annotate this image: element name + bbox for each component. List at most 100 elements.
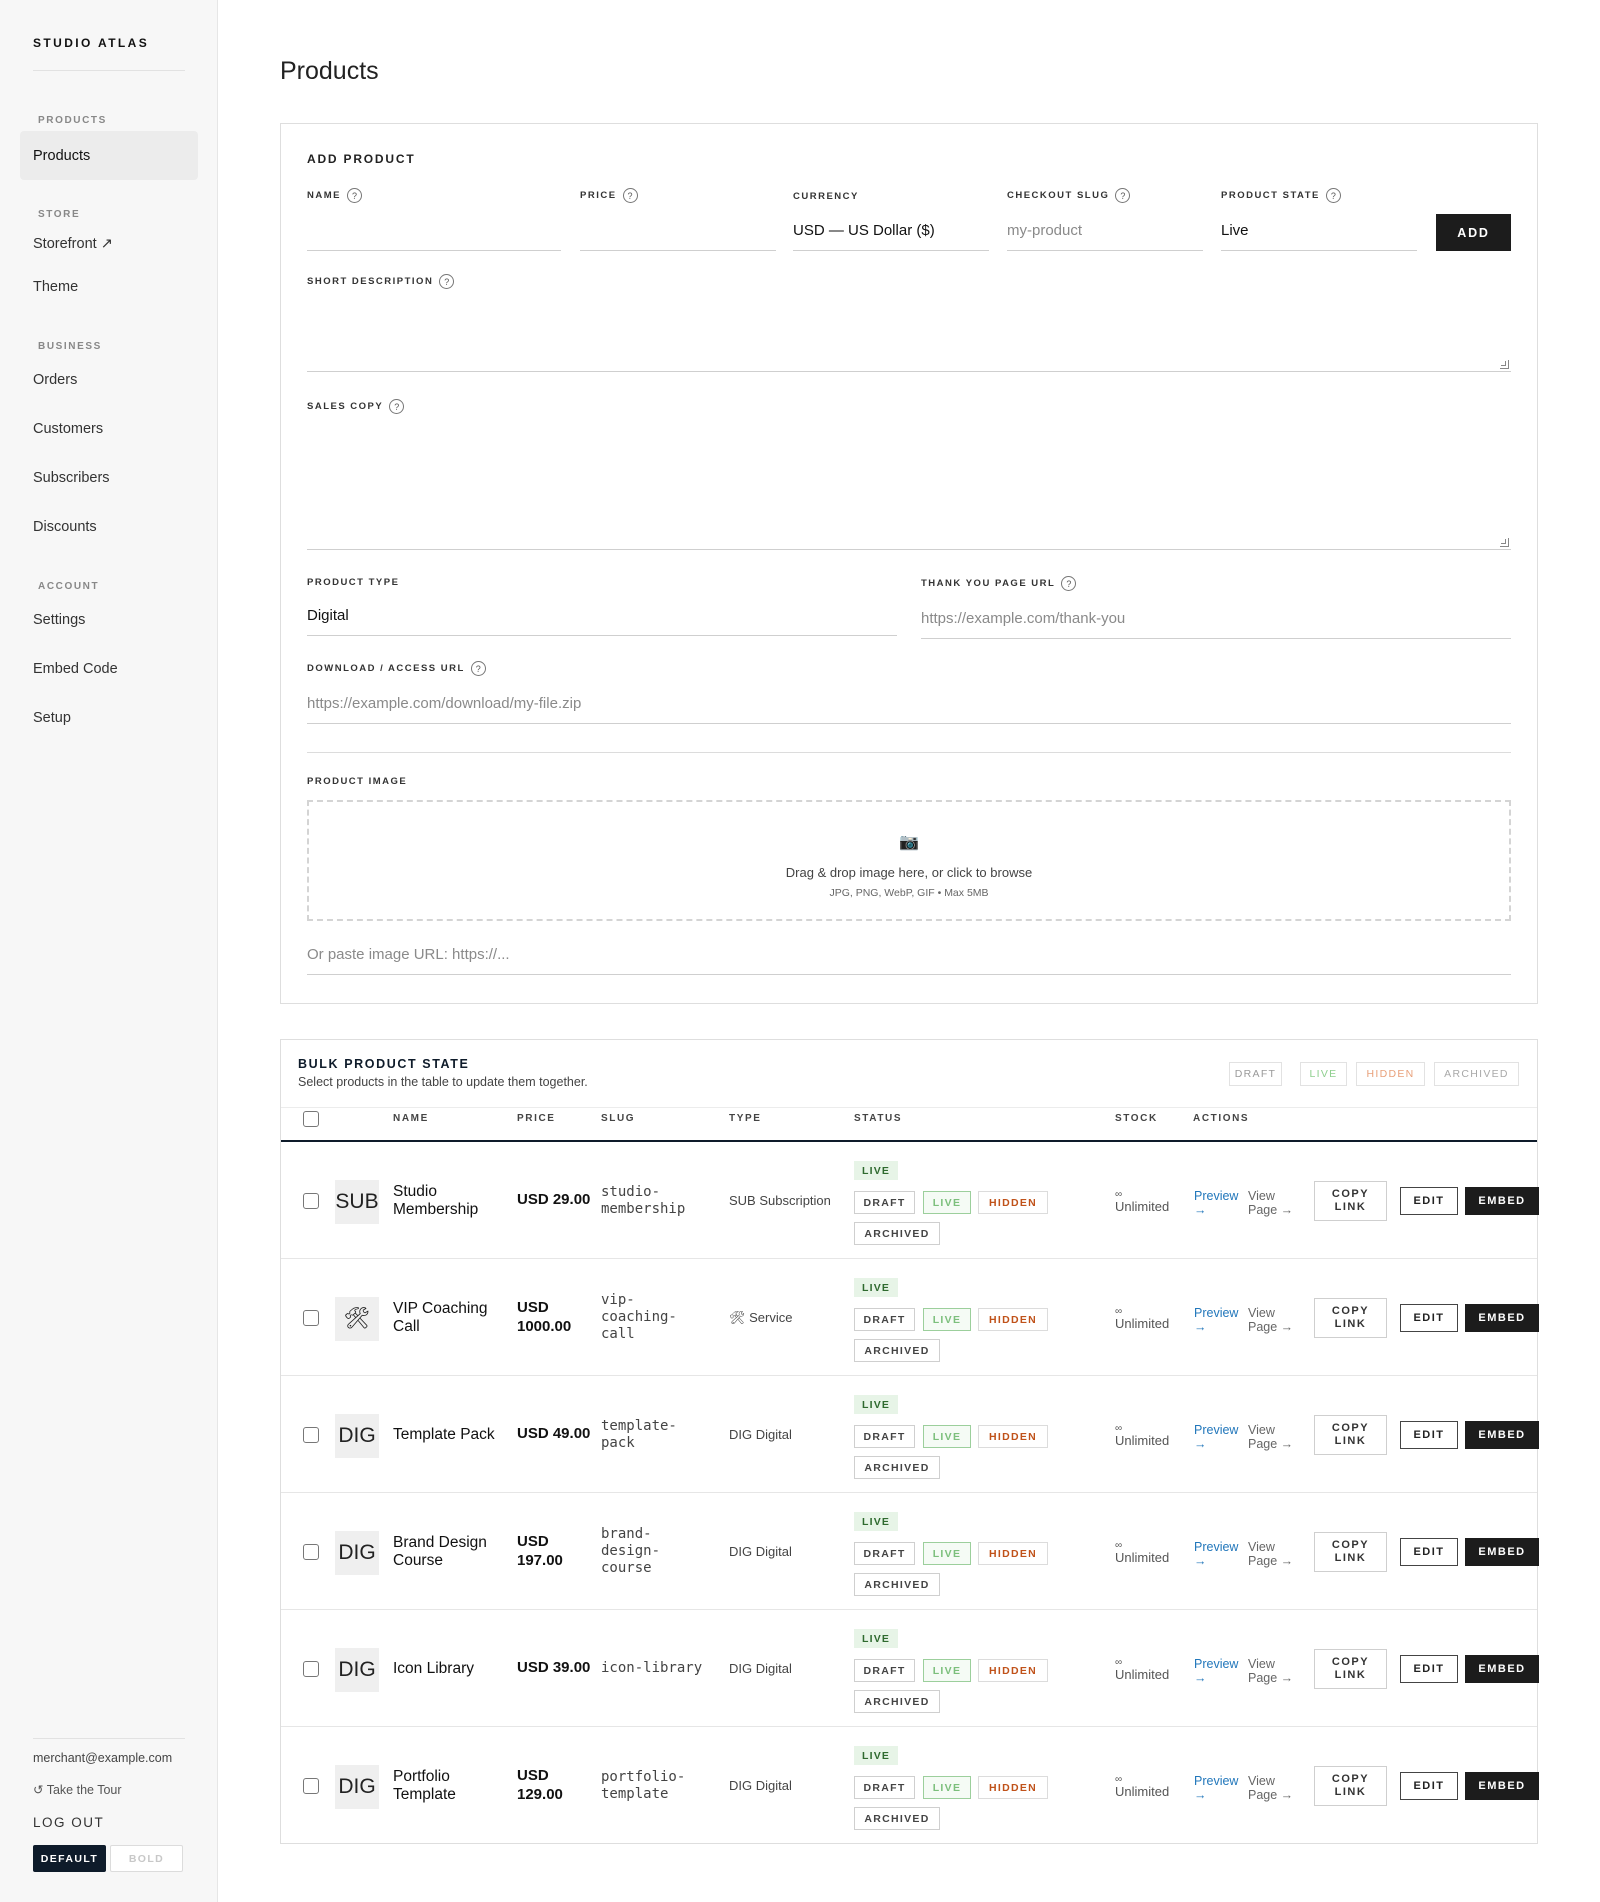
set-hidden-button[interactable]: HIDDEN [978,1542,1048,1565]
product-thumbnail: SUB [335,1180,379,1224]
product-type: DIG Digital [729,1427,792,1442]
set-archived-button[interactable]: ARCHIVED [854,1456,940,1479]
theme-default-button[interactable]: DEFAULT [33,1845,106,1872]
sidebar-item-orders[interactable]: Orders [33,372,77,388]
sidebar-item-setup[interactable]: Setup [33,710,71,726]
download-url-input[interactable]: https://example.com/download/my-file.zip [307,683,1511,724]
embed-button[interactable]: EMBED [1465,1304,1539,1332]
copy-link-button[interactable]: COPY LINK [1314,1649,1387,1689]
set-hidden-button[interactable]: HIDDEN [978,1191,1048,1214]
copy-link-button[interactable]: COPY LINK [1314,1181,1387,1221]
bulk-draft-button[interactable]: DRAFT [1229,1062,1282,1086]
set-hidden-button[interactable]: HIDDEN [978,1308,1048,1331]
edit-button[interactable]: EDIT [1400,1772,1458,1800]
sidebar-item-discounts[interactable]: Discounts [33,519,97,535]
view-page-link[interactable]: View Page → [1248,1306,1300,1335]
bulk-archived-button[interactable]: ARCHIVED [1434,1062,1519,1086]
row-checkbox[interactable] [303,1544,319,1560]
short-description-textarea[interactable] [307,296,1511,372]
view-page-link[interactable]: View Page → [1248,1774,1300,1803]
preview-link[interactable]: Preview → [1194,1423,1244,1452]
set-draft-button[interactable]: DRAFT [854,1308,915,1331]
view-page-link[interactable]: View Page → [1248,1657,1300,1686]
sidebar-item-settings[interactable]: Settings [33,612,85,628]
set-live-button[interactable]: LIVE [923,1425,971,1448]
theme-bold-button[interactable]: BOLD [110,1845,183,1872]
set-live-button[interactable]: LIVE [923,1776,971,1799]
row-checkbox[interactable] [303,1778,319,1794]
sidebar-item-products[interactable]: Products [33,148,90,164]
set-live-button[interactable]: LIVE [923,1308,971,1331]
view-page-link[interactable]: View Page → [1248,1540,1300,1569]
name-label: NAME? [307,188,362,203]
take-tour-link[interactable]: ↺ Take the Tour [33,1782,122,1797]
checkout-slug-input[interactable]: my-product [1007,210,1203,251]
image-dropzone[interactable]: 📷 Drag & drop image here, or click to br… [307,800,1511,921]
edit-button[interactable]: EDIT [1400,1655,1458,1683]
set-draft-button[interactable]: DRAFT [854,1776,915,1799]
view-page-link[interactable]: View Page → [1248,1423,1300,1452]
set-archived-button[interactable]: ARCHIVED [854,1339,940,1362]
preview-link[interactable]: Preview → [1194,1657,1244,1686]
set-archived-button[interactable]: ARCHIVED [854,1690,940,1713]
currency-select[interactable]: USD — US Dollar ($) [793,210,989,251]
edit-button[interactable]: EDIT [1400,1304,1458,1332]
price-input[interactable] [580,210,776,251]
embed-button[interactable]: EMBED [1465,1187,1539,1215]
set-archived-button[interactable]: ARCHIVED [854,1573,940,1596]
preview-link[interactable]: Preview → [1194,1540,1244,1569]
sidebar-item-theme[interactable]: Theme [33,279,78,295]
preview-link[interactable]: Preview → [1194,1189,1244,1218]
sales-copy-textarea[interactable] [307,421,1511,550]
edit-button[interactable]: EDIT [1400,1187,1458,1215]
set-live-button[interactable]: LIVE [923,1191,971,1214]
product-state-select[interactable]: Live [1221,210,1417,251]
embed-button[interactable]: EMBED [1465,1655,1539,1683]
preview-link[interactable]: Preview → [1194,1306,1244,1335]
thank-you-url-input[interactable]: https://example.com/thank-you [921,598,1511,639]
bulk-hidden-button[interactable]: HIDDEN [1356,1062,1425,1086]
set-hidden-button[interactable]: HIDDEN [978,1425,1048,1448]
table-row: DIG Template Pack USD 49.00 template- pa… [281,1376,1539,1493]
view-page-link[interactable]: View Page → [1248,1189,1300,1218]
sidebar-item-subscribers[interactable]: Subscribers [33,470,110,486]
copy-link-button[interactable]: COPY LINK [1314,1415,1387,1455]
image-url-input[interactable]: Or paste image URL: https://... [307,934,1511,975]
embed-button[interactable]: EMBED [1465,1772,1539,1800]
preview-link[interactable]: Preview → [1194,1774,1244,1803]
sidebar-item-embed-code[interactable]: Embed Code [33,661,118,677]
nav-section-business: BUSINESS [38,341,102,352]
name-input[interactable] [307,210,561,251]
set-draft-button[interactable]: DRAFT [854,1659,915,1682]
add-product-button[interactable]: ADD [1436,214,1511,251]
sidebar-item-storefront[interactable]: Storefront ↗ [33,236,113,252]
select-all-checkbox[interactable] [303,1111,319,1127]
set-draft-button[interactable]: DRAFT [854,1542,915,1565]
product-type-select[interactable]: Digital [307,595,897,636]
set-draft-button[interactable]: DRAFT [854,1191,915,1214]
embed-button[interactable]: EMBED [1465,1421,1539,1449]
row-checkbox[interactable] [303,1193,319,1209]
bulk-live-button[interactable]: LIVE [1300,1062,1347,1086]
set-hidden-button[interactable]: HIDDEN [978,1659,1048,1682]
copy-link-button[interactable]: COPY LINK [1314,1532,1387,1572]
set-archived-button[interactable]: ARCHIVED [854,1222,940,1245]
set-live-button[interactable]: LIVE [923,1542,971,1565]
copy-link-button[interactable]: COPY LINK [1314,1766,1387,1806]
embed-button[interactable]: EMBED [1465,1538,1539,1566]
product-image-label: PRODUCT IMAGE [307,776,408,787]
set-draft-button[interactable]: DRAFT [854,1425,915,1448]
help-icon: ? [470,661,486,676]
set-live-button[interactable]: LIVE [923,1659,971,1682]
set-hidden-button[interactable]: HIDDEN [978,1776,1048,1799]
logout-link[interactable]: LOG OUT [33,1815,104,1830]
sidebar-bottom-divider [33,1738,185,1739]
row-checkbox[interactable] [303,1427,319,1443]
row-checkbox[interactable] [303,1661,319,1677]
set-archived-button[interactable]: ARCHIVED [854,1807,940,1830]
sidebar-item-customers[interactable]: Customers [33,421,103,437]
edit-button[interactable]: EDIT [1400,1421,1458,1449]
copy-link-button[interactable]: COPY LINK [1314,1298,1387,1338]
row-checkbox[interactable] [303,1310,319,1326]
edit-button[interactable]: EDIT [1400,1538,1458,1566]
